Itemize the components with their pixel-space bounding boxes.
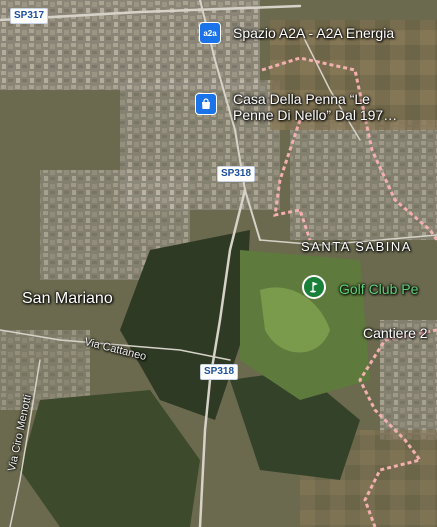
a2a-logo-icon[interactable]: a2a: [199, 22, 221, 44]
road-shield-sp317: SP317: [10, 8, 49, 24]
poi-label-penna-line2[interactable]: Penne Di Nello” Dal 197…: [233, 107, 397, 123]
satellite-imagery: [0, 0, 437, 527]
poi-label-a2a[interactable]: Spazio A2A - A2A Energia: [233, 25, 394, 41]
road-shield-sp318-top: SP318: [217, 166, 256, 182]
poi-label-penna-line1[interactable]: Casa Della Penna “Le: [233, 91, 370, 107]
shopping-bag-icon[interactable]: [195, 93, 217, 115]
place-label-san-mariano: San Mariano: [22, 290, 113, 307]
place-label-cantiere: Cantiere 2: [363, 325, 428, 341]
road-shield-sp318-bottom: SP318: [200, 364, 239, 380]
golf-icon[interactable]: [302, 275, 326, 299]
satellite-map[interactable]: SP317 SP318 SP318 a2a Spazio A2A - A2A E…: [0, 0, 437, 527]
poi-label-golf[interactable]: Golf Club Pe: [339, 281, 418, 297]
a2a-badge-text: a2a: [203, 28, 217, 38]
place-label-santa-sabina: SANTA SABINA: [301, 239, 412, 254]
